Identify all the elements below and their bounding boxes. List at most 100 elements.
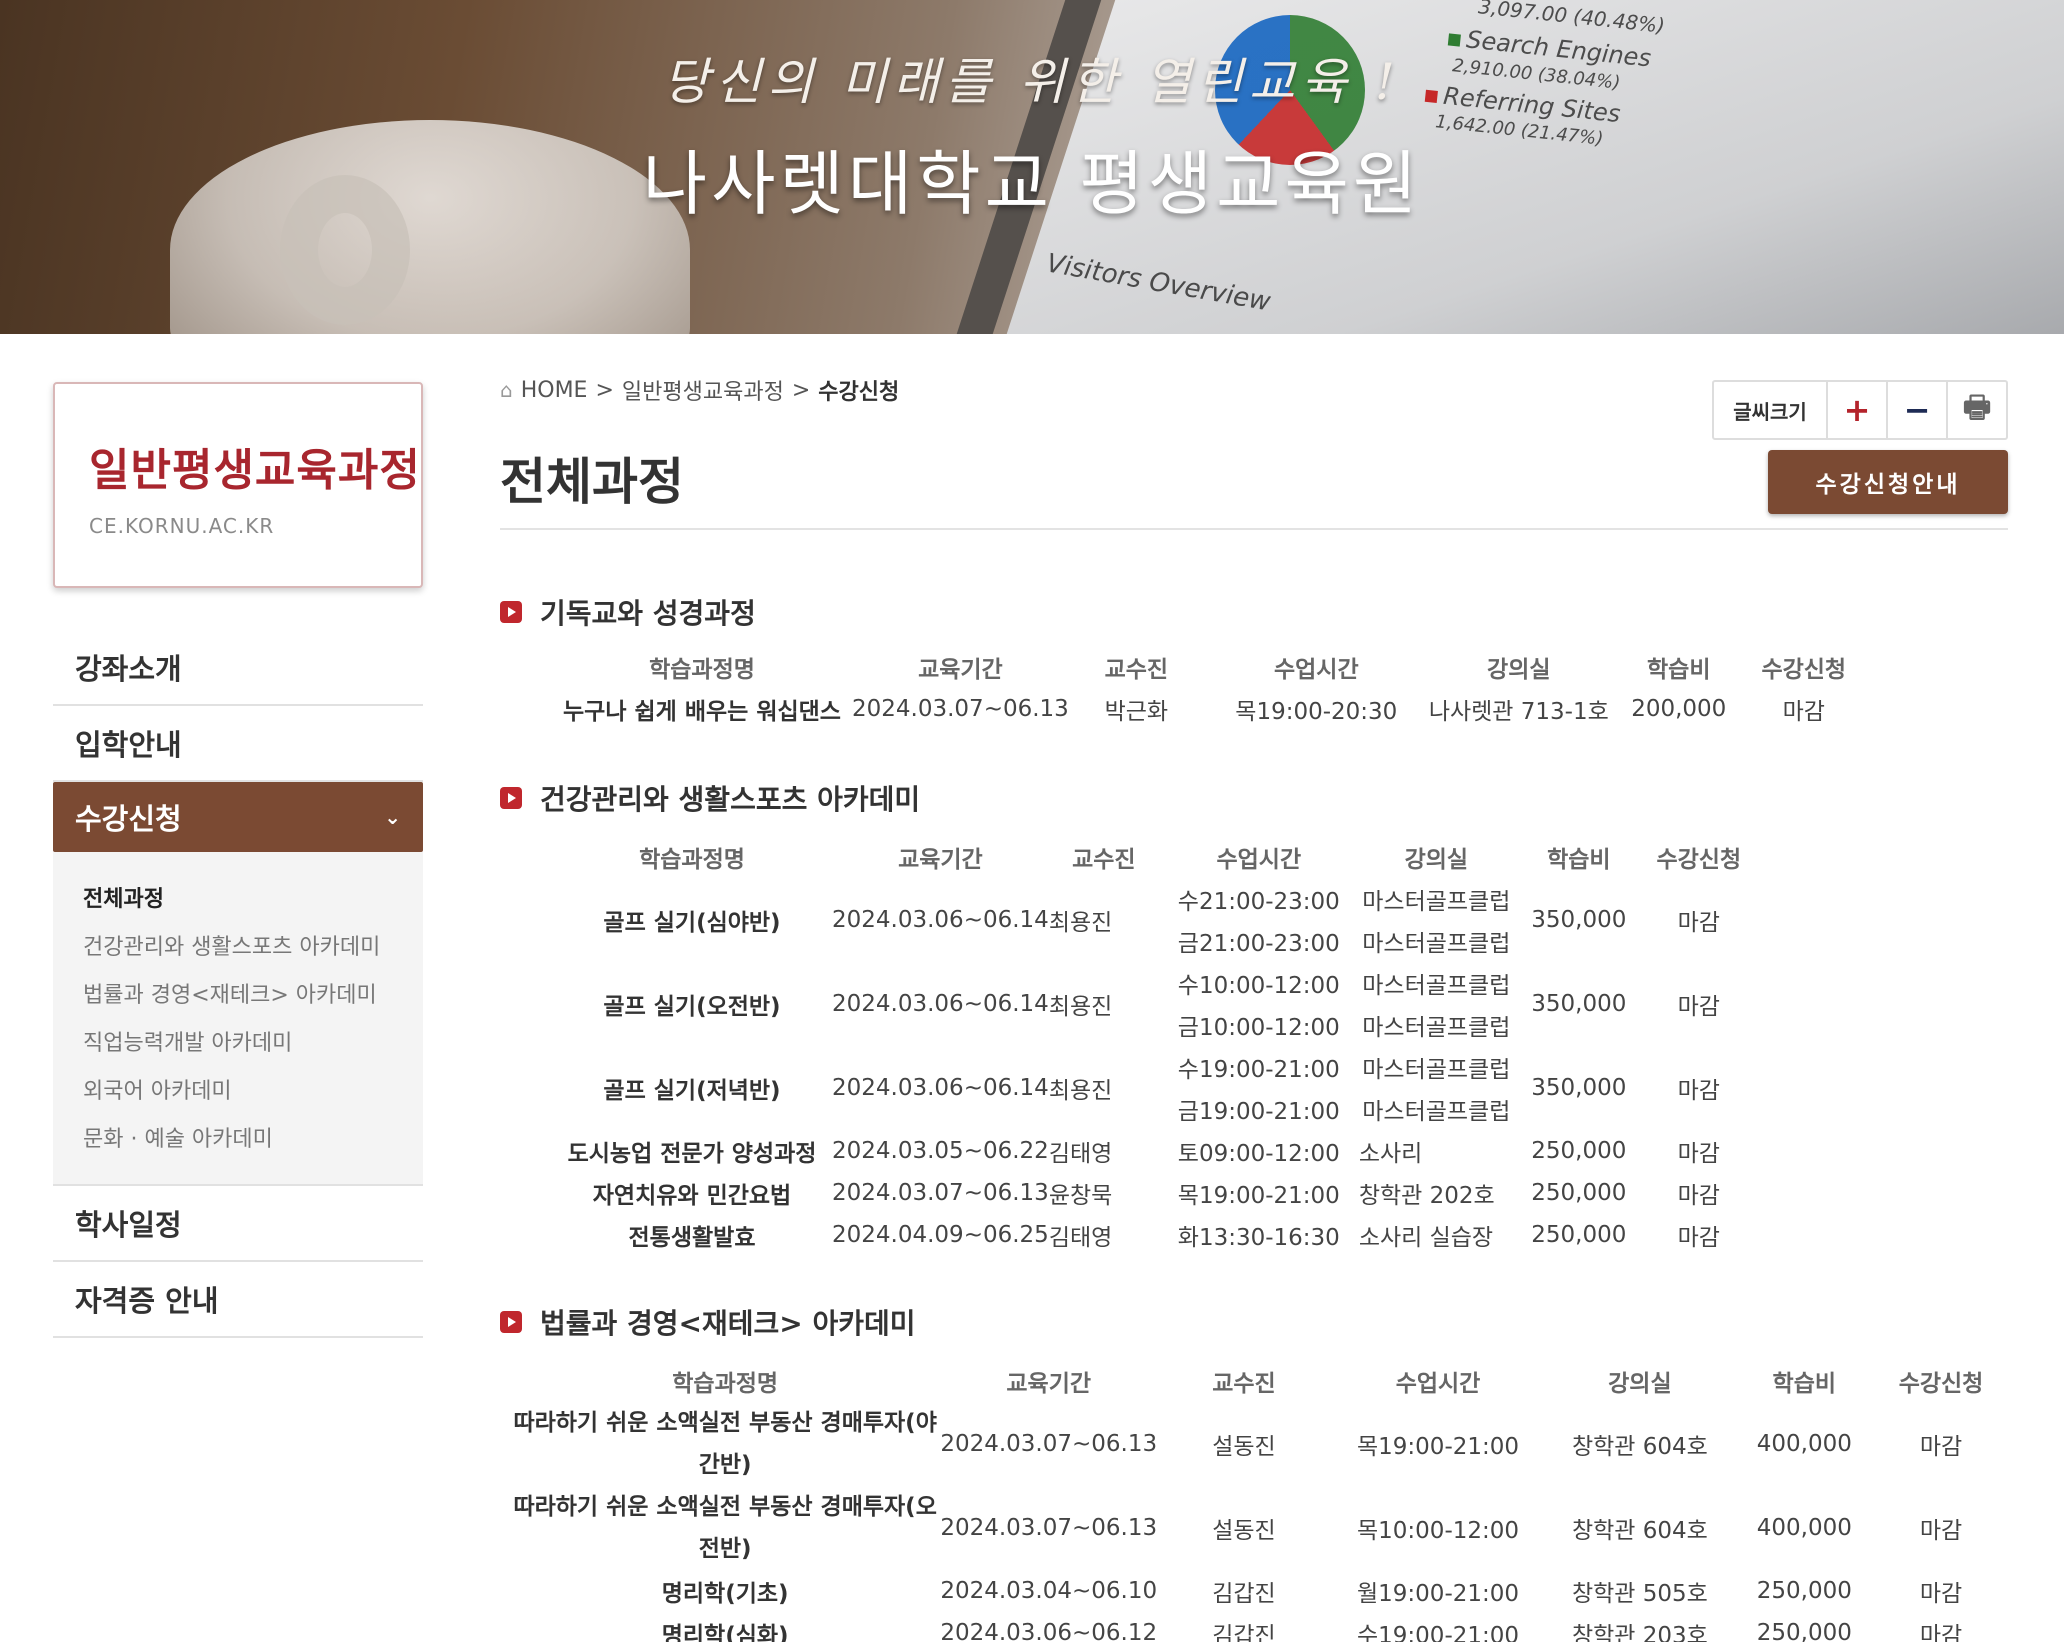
course-room: 마스터골프클럽: [1362, 1099, 1511, 1125]
submenu-item-language[interactable]: 외국어 아카데미: [83, 1068, 423, 1116]
table-row[interactable]: 누구나 쉽게 배우는 워십댄스 2024.03.07~06.13 박근화 목19…: [552, 688, 1859, 730]
course-name[interactable]: 명리학(기초): [510, 1570, 940, 1612]
table-row[interactable]: 골프 실기(저녁반) 2024.03.06~06.14 최용진 수19:00-2…: [552, 1046, 1754, 1104]
course-status[interactable]: 마감: [1874, 1570, 2008, 1612]
col-fee: 학습비: [1772, 1371, 1837, 1397]
sidebar-item-schedule[interactable]: 학사일정: [53, 1186, 423, 1262]
course-period: 2024.03.04~06.10: [940, 1578, 1158, 1604]
course-name[interactable]: 골프 실기(심야반): [552, 878, 832, 962]
course-name[interactable]: 누구나 쉽게 배우는 워십댄스: [552, 688, 852, 730]
breadcrumb-separator: >: [595, 377, 614, 403]
col-time: 수업시간: [1273, 657, 1359, 683]
course-time: 수10:00-12:00: [1177, 973, 1340, 999]
section-title-text: 법률과 경영<재테크> 아카데미: [540, 1307, 916, 1340]
table-row[interactable]: 명리학(기초) 2024.03.04~06.10 김갑진 월19:00-21:0…: [510, 1570, 2008, 1612]
table-row[interactable]: 전통생활발효 2024.04.09~06.25 김태영 화13:30-16:30…: [552, 1214, 1754, 1256]
course-name[interactable]: 골프 실기(오전반): [552, 962, 832, 1046]
breadcrumb-level1[interactable]: 일반평생교육과정: [622, 374, 784, 406]
course-status[interactable]: 마감: [1874, 1486, 2008, 1570]
course-period: 2024.03.07~06.13: [852, 696, 1069, 722]
sidebar-item-admission[interactable]: 입학안내: [53, 706, 423, 782]
table-row[interactable]: 명리학(심화) 2024.03.06~06.12 김갑진 수19:00-21:0…: [510, 1612, 2008, 1642]
sidebar-item-registration[interactable]: 수강신청 ⌄: [53, 782, 423, 852]
course-name[interactable]: 도시농업 전문가 양성과정: [552, 1130, 832, 1172]
table-header-row: 학습과정명 교육기간 교수진 수업시간 강의실 학습비 수강신청: [552, 646, 1859, 688]
course-table: 학습과정명 교육기간 교수진 수업시간 강의실 학습비 수강신청 따라하기 쉬운…: [510, 1360, 2008, 1642]
course-status[interactable]: 마감: [1874, 1612, 2008, 1642]
col-room: 강의실: [1608, 1371, 1672, 1397]
submenu-item-law-business[interactable]: 법률과 경영<재테크> 아카데미: [83, 972, 423, 1020]
section-bullet-icon: [500, 787, 522, 809]
course-fee: 250,000: [1531, 1180, 1627, 1206]
course-teacher: 윤창묵: [1048, 1183, 1113, 1209]
course-name[interactable]: 자연치유와 민간요법: [552, 1172, 832, 1214]
table-row[interactable]: 골프 실기(심야반) 2024.03.06~06.14 최용진 수21:00-2…: [552, 878, 1754, 936]
table-row[interactable]: 골프 실기(오전반) 2024.03.06~06.14 최용진 수10:00-1…: [552, 962, 1754, 1020]
sidebar-logo-box[interactable]: 일반평생교육과정 CE.KORNU.AC.KR: [53, 382, 423, 588]
table-row[interactable]: 따라하기 쉬운 소액실전 부동산 경매투자(오전반) 2024.03.07~06…: [510, 1486, 2008, 1570]
table-row[interactable]: 따라하기 쉬운 소액실전 부동산 경매투자(야간반) 2024.03.07~06…: [510, 1402, 2008, 1486]
course-status[interactable]: 마감: [1644, 1214, 1754, 1256]
course-period: 2024.04.09~06.25: [832, 1222, 1049, 1248]
course-period: 2024.03.05~06.22: [832, 1138, 1049, 1164]
breadcrumb-current: 수강신청: [818, 380, 900, 405]
font-size-toolbar: 글씨크기 + − 🖶: [1712, 380, 2008, 440]
course-name[interactable]: 명리학(심화): [510, 1612, 940, 1642]
registration-guide-button[interactable]: 수강신청안내: [1768, 450, 2008, 514]
course-status[interactable]: 마감: [1644, 1172, 1754, 1214]
course-period: 2024.03.07~06.13: [940, 1431, 1158, 1457]
col-teacher: 교수진: [1212, 1371, 1276, 1397]
table-row[interactable]: 도시농업 전문가 양성과정 2024.03.05~06.22 김태영 토09:0…: [552, 1130, 1754, 1172]
course-period: 2024.03.06~06.14: [832, 907, 1049, 933]
course-period: 2024.03.06~06.14: [832, 991, 1049, 1017]
course-status[interactable]: 마감: [1644, 1130, 1754, 1172]
col-period: 교육기간: [918, 657, 1003, 683]
submenu-item-culture-arts[interactable]: 문화 · 예술 아카데미: [83, 1116, 423, 1164]
course-time: 금21:00-23:00: [1177, 931, 1340, 957]
breadcrumb-home[interactable]: HOME: [521, 378, 588, 403]
course-room: 소사리: [1358, 1141, 1423, 1167]
course-fee: 350,000: [1531, 1075, 1627, 1101]
col-course-name: 학습과정명: [672, 1371, 779, 1397]
banner-title: 나사렛대학교 평생교육원: [642, 143, 1422, 225]
course-name[interactable]: 따라하기 쉬운 소액실전 부동산 경매투자(오전반): [510, 1486, 940, 1570]
home-icon[interactable]: ⌂: [500, 378, 513, 402]
sidebar-item-certificate[interactable]: 자격증 안내: [53, 1262, 423, 1338]
course-teacher: 김갑진: [1212, 1581, 1276, 1607]
font-decrease-button[interactable]: −: [1886, 382, 1946, 438]
table-header-row: 학습과정명 교육기간 교수진 수업시간 강의실 학습비 수강신청: [510, 1360, 2008, 1402]
sidebar-item-courses[interactable]: 강좌소개: [53, 630, 423, 706]
table-header-row: 학습과정명 교육기간 교수진 수업시간 강의실 학습비 수강신청: [552, 836, 1754, 878]
print-icon[interactable]: 🖶: [1946, 382, 2006, 438]
course-room: 소사리 실습장: [1358, 1225, 1494, 1251]
course-status[interactable]: 마감: [1644, 1046, 1754, 1130]
sidebar-item-registration-label: 수강신청: [75, 802, 182, 836]
course-fee: 200,000: [1631, 696, 1727, 722]
course-name[interactable]: 전통생활발효: [552, 1214, 832, 1256]
course-teacher: 설동진: [1212, 1518, 1276, 1544]
course-room: 마스터골프클럽: [1362, 973, 1511, 999]
course-time: 목19:00-20:30: [1235, 699, 1398, 725]
course-name[interactable]: 따라하기 쉬운 소액실전 부동산 경매투자(야간반): [510, 1402, 940, 1486]
course-room: 창학관 604호: [1571, 1518, 1708, 1544]
submenu-item-all[interactable]: 전체과정: [83, 876, 423, 924]
header-banner: 3,097.00 (40.48%) Search Engines 2,910.0…: [0, 0, 2064, 334]
course-fee: 350,000: [1531, 991, 1627, 1017]
font-size-label: 글씨크기: [1733, 399, 1807, 424]
submenu-item-health-sports[interactable]: 건강관리와 생활스포츠 아카데미: [83, 924, 423, 972]
course-status[interactable]: 마감: [1749, 688, 1859, 730]
col-fee: 학습비: [1547, 847, 1611, 873]
course-status[interactable]: 마감: [1874, 1402, 2008, 1486]
breadcrumb-separator: >: [791, 377, 811, 403]
course-status[interactable]: 마감: [1644, 962, 1754, 1046]
table-row[interactable]: 자연치유와 민간요법 2024.03.07~06.13 윤창묵 목19:00-2…: [552, 1172, 1754, 1214]
course-room: 마스터골프클럽: [1362, 889, 1511, 915]
course-fee: 250,000: [1531, 1222, 1627, 1248]
course-name[interactable]: 골프 실기(저녁반): [552, 1046, 832, 1130]
course-time: 목10:00-12:00: [1357, 1518, 1520, 1544]
submenu-item-vocational[interactable]: 직업능력개발 아카데미: [83, 1020, 423, 1068]
course-table: 학습과정명 교육기간 교수진 수업시간 강의실 학습비 수강신청 누구나 쉽게 …: [552, 646, 1859, 730]
font-increase-button[interactable]: +: [1826, 382, 1886, 438]
course-teacher: 최용진: [1048, 1078, 1113, 1104]
course-status[interactable]: 마감: [1644, 878, 1754, 962]
